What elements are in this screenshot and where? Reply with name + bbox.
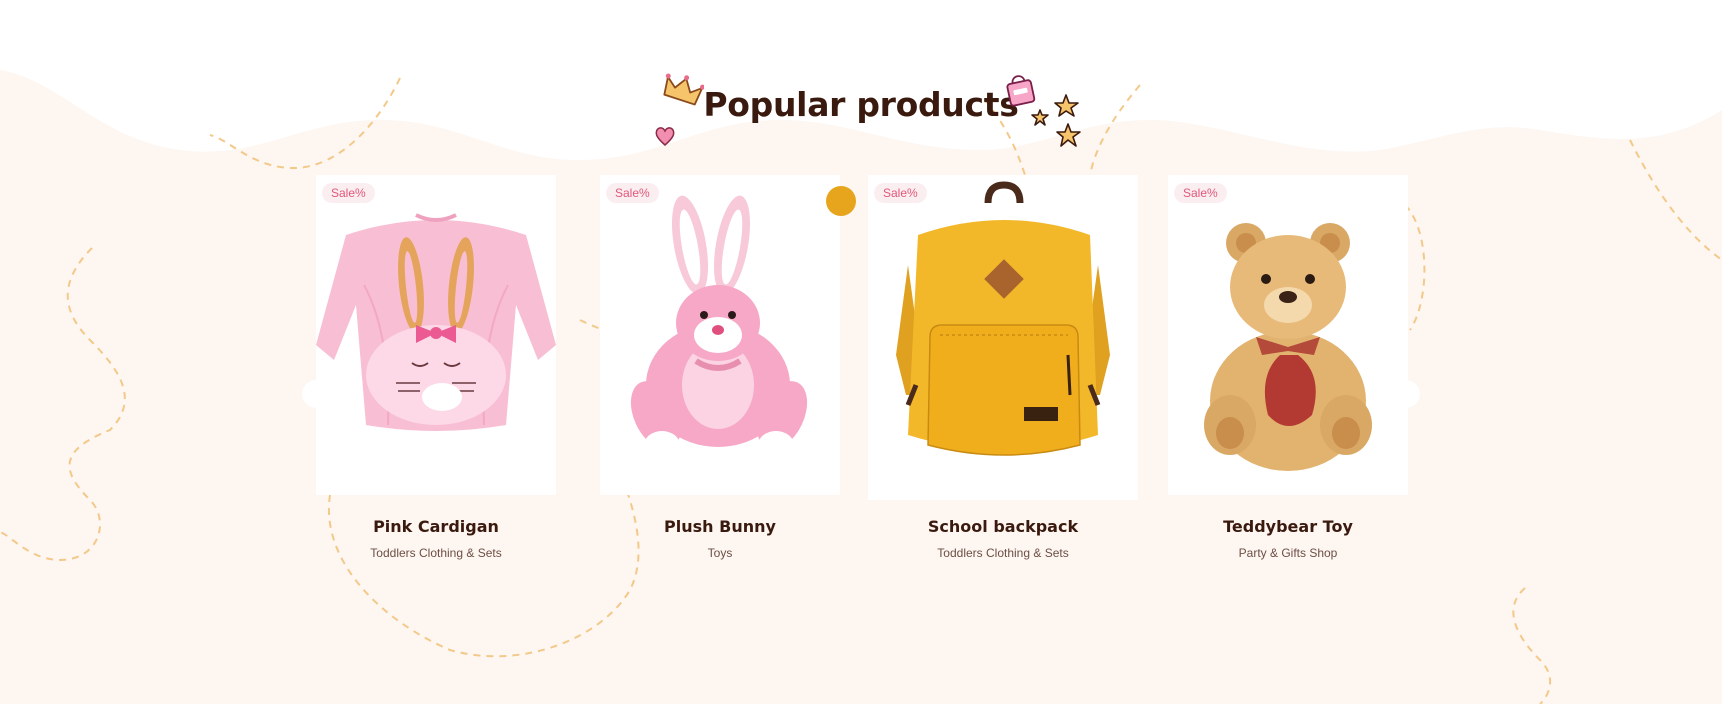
stars-icon	[1031, 94, 1081, 147]
heart-icon	[655, 127, 675, 146]
sale-badge: Sale%	[322, 183, 375, 203]
product-name[interactable]: Pink Cardigan	[316, 517, 556, 536]
product-category[interactable]: Toddlers Clothing & Sets	[316, 546, 556, 560]
product-category[interactable]: Party & Gifts Shop	[1168, 546, 1408, 560]
product-image[interactable]	[316, 175, 556, 495]
carousel-next-icon[interactable]	[1392, 380, 1420, 408]
product-image[interactable]	[600, 175, 840, 495]
school-backpack-image	[896, 181, 1110, 456]
product-category[interactable]: Toys	[600, 546, 840, 560]
section-title: Popular products	[703, 85, 1019, 124]
product-image[interactable]	[868, 175, 1138, 500]
teddybear-toy-image	[1204, 223, 1372, 471]
product-image[interactable]	[1168, 175, 1408, 495]
product-category[interactable]: Toddlers Clothing & Sets	[868, 546, 1138, 560]
sale-badge: Sale%	[1174, 183, 1227, 203]
sale-badge: Sale%	[606, 183, 659, 203]
product-name[interactable]: Teddybear Toy	[1168, 517, 1408, 536]
pink-cardigan-image	[316, 213, 556, 431]
wishlist-dot[interactable]	[826, 186, 856, 216]
product-name[interactable]: School backpack	[868, 517, 1138, 536]
plush-bunny-image	[630, 195, 808, 459]
product-name[interactable]: Plush Bunny	[600, 517, 840, 536]
crown-icon	[663, 73, 704, 106]
carousel-prev-icon[interactable]	[302, 380, 330, 408]
sale-badge: Sale%	[874, 183, 927, 203]
